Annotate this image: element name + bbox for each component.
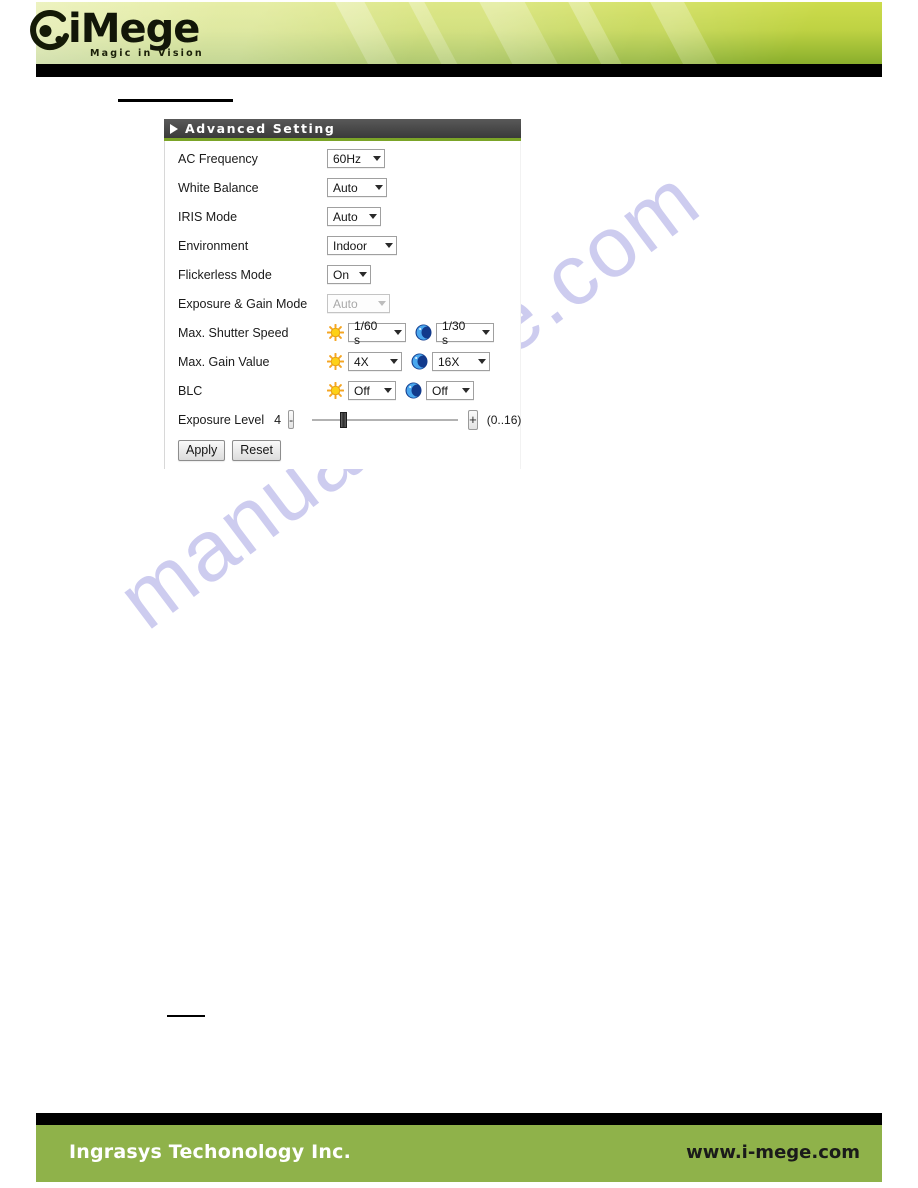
setting-label: Flickerless Mode xyxy=(178,267,272,282)
chevron-down-icon xyxy=(384,388,392,393)
select-value: 4X xyxy=(354,354,369,369)
setting-label: Environment xyxy=(178,238,249,253)
advanced-setting-panel: Advanced Setting AC Frequency 60Hz White… xyxy=(164,119,521,469)
sun-icon xyxy=(326,381,345,400)
chevron-down-icon xyxy=(478,359,486,364)
chevron-down-icon xyxy=(462,388,470,393)
moon-icon xyxy=(411,353,428,370)
moon-icon xyxy=(405,382,422,399)
panel-body: AC Frequency 60Hz White Balance Auto IRI… xyxy=(164,141,521,469)
setting-row-max-gain-value: Max. Gain Value 4X 16X xyxy=(165,347,520,376)
footer-black-strip xyxy=(36,1113,882,1125)
banner-black-strip xyxy=(36,64,882,77)
panel-title: Advanced Setting xyxy=(185,121,336,136)
setting-row-exposure-gain-mode: Exposure & Gain Mode Auto xyxy=(165,289,520,318)
setting-label: Max. Shutter Speed xyxy=(178,325,289,340)
setting-label: IRIS Mode xyxy=(178,209,238,224)
exposure-level-increment-button[interactable]: + xyxy=(468,409,478,430)
lower-divider-rule xyxy=(167,1015,205,1017)
page-footer: Ingrasys Techonology Inc. www.i-mege.com xyxy=(36,1125,882,1182)
max-gain-value-night-select[interactable]: 16X xyxy=(432,352,490,371)
select-value: Auto xyxy=(333,180,358,195)
slider-thumb[interactable] xyxy=(339,411,347,428)
setting-row-exposure-level: Exposure Level 4 - + (0..16) xyxy=(165,405,522,434)
setting-row-white-balance: White Balance Auto xyxy=(165,173,520,202)
setting-row-iris-mode: IRIS Mode Auto xyxy=(165,202,520,231)
iris-mode-select[interactable]: Auto xyxy=(327,207,381,226)
chevron-down-icon xyxy=(359,272,367,277)
chevron-down-icon xyxy=(375,185,383,190)
exposure-level-value: 4 xyxy=(274,412,282,427)
select-value: 1/60 s xyxy=(354,318,378,347)
select-value: Auto xyxy=(333,209,358,224)
setting-label: BLC xyxy=(178,383,203,398)
setting-row-flickerless-mode: Flickerless Mode On xyxy=(165,260,520,289)
panel-header: Advanced Setting xyxy=(164,119,521,141)
setting-row-max-shutter-speed: Max. Shutter Speed 1/60 s 1/30 s xyxy=(165,318,520,347)
sun-icon xyxy=(326,352,345,371)
setting-row-environment: Environment Indoor xyxy=(165,231,520,260)
exposure-level-range-hint: (0..16) xyxy=(486,412,522,427)
select-value: 60Hz xyxy=(333,151,362,166)
moon-icon xyxy=(415,324,432,341)
chevron-down-icon xyxy=(373,156,381,161)
reset-button[interactable]: Reset xyxy=(232,440,281,461)
triangle-right-icon xyxy=(170,123,178,134)
environment-select[interactable]: Indoor xyxy=(327,236,397,255)
chevron-down-icon xyxy=(369,214,377,219)
select-value: Off xyxy=(432,383,448,398)
white-balance-select[interactable]: Auto xyxy=(327,178,387,197)
select-value: Auto xyxy=(333,296,358,311)
imege-logo: iMege Magic in Vision xyxy=(30,6,260,64)
exposure-level-decrement-button[interactable]: - xyxy=(288,410,295,429)
setting-row-ac-frequency: AC Frequency 60Hz xyxy=(165,144,520,173)
chevron-down-icon xyxy=(378,301,386,306)
slider-track xyxy=(312,418,459,421)
max-shutter-speed-night-select[interactable]: 1/30 s xyxy=(436,319,494,347)
blc-day-select[interactable]: Off xyxy=(348,381,396,400)
chevron-down-icon xyxy=(394,330,402,335)
select-value: On xyxy=(333,267,350,282)
ac-frequency-select[interactable]: 60Hz xyxy=(327,149,385,168)
apply-button[interactable]: Apply xyxy=(178,440,226,461)
panel-button-row: Apply Reset xyxy=(165,440,520,461)
setting-row-blc: BLC Off Off xyxy=(165,376,520,405)
top-divider-rule xyxy=(118,99,233,102)
setting-label: Exposure & Gain Mode xyxy=(178,296,308,311)
logo-tagline: Magic in Vision xyxy=(90,48,204,59)
exposure-level-slider[interactable] xyxy=(312,411,459,429)
sun-icon xyxy=(326,323,345,342)
chevron-down-icon xyxy=(390,359,398,364)
max-shutter-speed-day-select[interactable]: 1/60 s xyxy=(348,319,406,347)
logo-wordmark: iMege xyxy=(68,6,200,52)
setting-label: Max. Gain Value xyxy=(178,354,270,369)
blc-night-select[interactable]: Off xyxy=(426,381,474,400)
exposure-gain-mode-select: Auto xyxy=(327,294,390,313)
max-gain-value-day-select[interactable]: 4X xyxy=(348,352,402,371)
select-value: Off xyxy=(354,383,370,398)
footer-website[interactable]: www.i-mege.com xyxy=(686,1142,860,1163)
setting-label: AC Frequency xyxy=(178,151,258,166)
flickerless-mode-select[interactable]: On xyxy=(327,265,371,284)
select-value: Indoor xyxy=(333,238,368,253)
footer-company-name: Ingrasys Techonology Inc. xyxy=(69,1141,351,1163)
setting-label: Exposure Level xyxy=(178,412,265,427)
chevron-down-icon xyxy=(482,330,490,335)
chevron-down-icon xyxy=(385,243,393,248)
setting-label: White Balance xyxy=(178,180,259,195)
select-value: 16X xyxy=(438,354,460,369)
select-value: 1/30 s xyxy=(442,318,466,347)
